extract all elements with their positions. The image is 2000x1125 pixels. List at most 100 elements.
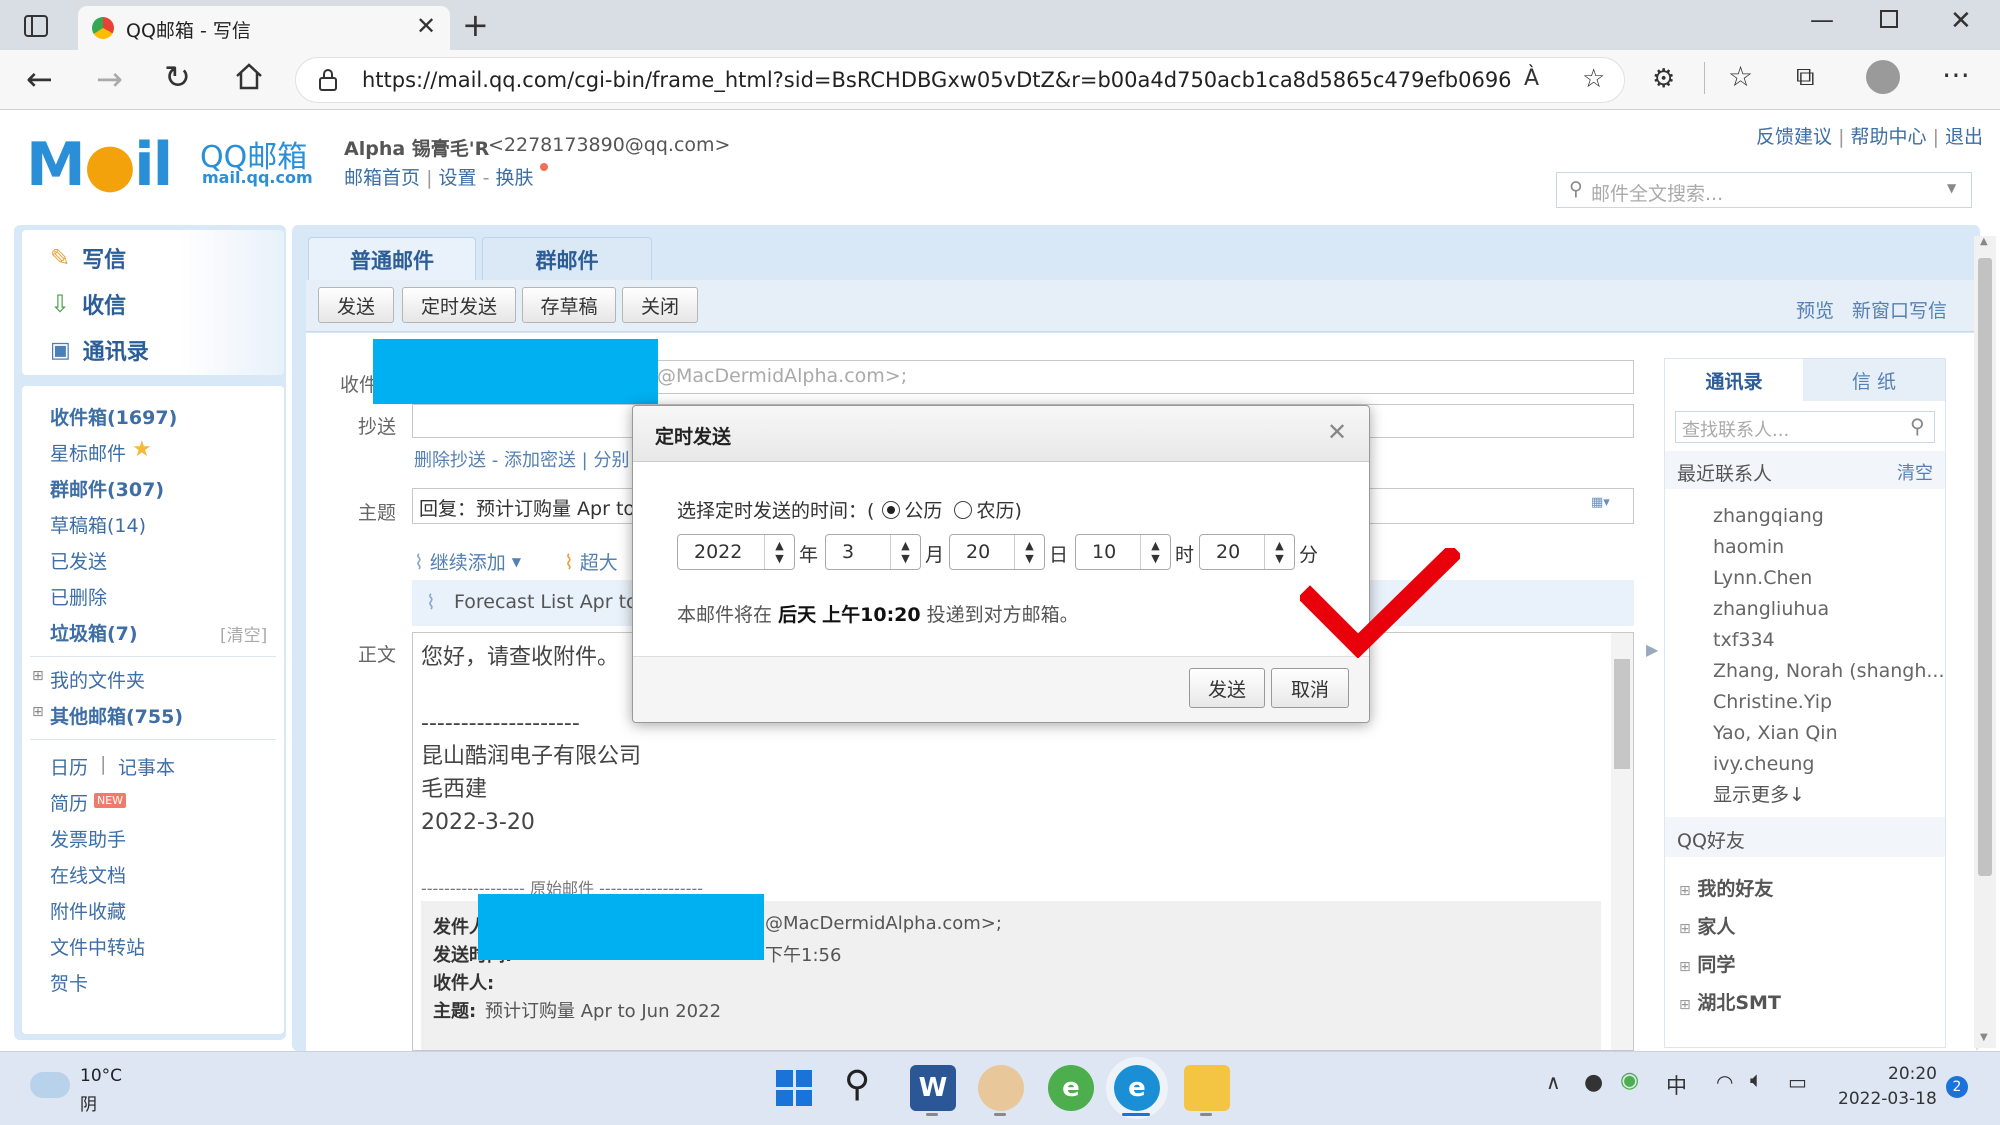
mail-search-input[interactable]: ⚲ 邮件全文搜索... ▼ [1556, 172, 1972, 208]
scroll-down-icon[interactable]: ▼ [1980, 1032, 1988, 1043]
dialog-cancel-button[interactable]: 取消 [1271, 668, 1349, 708]
edge-browser-icon[interactable]: e [1106, 1057, 1168, 1119]
list-item[interactable]: zhangqiang [1713, 501, 1945, 532]
tab-normal-mail[interactable]: 普通邮件 [308, 237, 476, 281]
online-docs-link[interactable]: 在线文档 [50, 861, 126, 888]
lunar-radio[interactable] [954, 500, 973, 519]
file-explorer-icon[interactable] [1184, 1065, 1230, 1111]
favorite-add-icon[interactable]: ☆ [1582, 64, 1605, 94]
contact-search-input[interactable]: 查找联系人... ⚲ [1675, 411, 1935, 443]
clock-date[interactable]: 2022-03-18 [1838, 1089, 1937, 1109]
stepper-arrows-icon[interactable]: ▲ ▼ [1014, 535, 1044, 569]
invoice-helper-link[interactable]: 发票助手 [50, 825, 126, 852]
settings-link[interactable]: 设置 [439, 167, 477, 189]
lock-icon[interactable] [318, 68, 338, 97]
weather-temp[interactable]: 10°C [80, 1066, 122, 1086]
word-app-icon[interactable]: W [910, 1065, 956, 1111]
logout-link[interactable]: 退出 [1945, 126, 1983, 148]
collapse-panel-icon[interactable]: ▶ [1646, 640, 1658, 659]
attachment-fav-link[interactable]: 附件收藏 [50, 897, 126, 924]
photo-app-icon[interactable] [978, 1065, 1024, 1111]
tab-actions-icon[interactable] [20, 12, 52, 40]
ie-browser-icon[interactable]: e [1048, 1065, 1094, 1111]
list-item[interactable]: Christine.Yip [1713, 687, 1945, 718]
security-tray-icon[interactable]: ◉ [1620, 1068, 1639, 1093]
list-item[interactable]: Zhang, Norah (shangh... [1713, 656, 1945, 687]
back-icon[interactable]: ← [26, 60, 53, 98]
help-link[interactable]: 帮助中心 [1851, 126, 1927, 148]
favorites-icon[interactable]: ☆ [1728, 60, 1753, 93]
friend-group[interactable]: ⊞ 家人 [1679, 909, 1781, 947]
list-item[interactable]: Yao, Xian Qin [1713, 718, 1945, 749]
large-attachment-button[interactable]: ⌇ 超大 [564, 548, 618, 575]
folder-starred[interactable]: 星标邮件 [50, 439, 126, 466]
new-tab-icon[interactable]: + [462, 6, 489, 44]
battery-icon[interactable]: ▭ [1788, 1070, 1807, 1094]
compose-button[interactable]: ✎ 写信 [50, 242, 126, 274]
weather-cloud-icon[interactable] [30, 1072, 70, 1098]
send-button[interactable]: 发送 [318, 287, 394, 323]
notebook-link[interactable]: 记事本 [118, 753, 175, 780]
expand-icon[interactable]: ⊞ [1679, 997, 1691, 1013]
folder-drafts[interactable]: 草稿箱(14) [50, 511, 146, 538]
scrollbar-thumb[interactable] [1978, 258, 1992, 876]
month-stepper[interactable]: 3 ▲ ▼ [825, 534, 921, 570]
save-draft-button[interactable]: 存草稿 [522, 287, 616, 323]
search-dropdown-icon[interactable]: ▼ [1947, 181, 1956, 195]
home-icon[interactable] [234, 62, 264, 95]
windows-start-icon[interactable] [776, 1070, 812, 1106]
calendar-link[interactable]: 日历 [50, 753, 88, 780]
expand-icon[interactable]: ⊞ [1679, 921, 1691, 937]
expand-icon[interactable]: ⊞ [1679, 959, 1691, 975]
list-item[interactable]: ivy.cheung [1713, 749, 1945, 780]
window-close-icon[interactable]: ✕ [1950, 6, 1972, 36]
hour-stepper[interactable]: 10 ▲ ▼ [1075, 534, 1171, 570]
schedule-send-button[interactable]: 定时发送 [402, 287, 516, 323]
cc-options-links[interactable]: 删除抄送 - 添加密送 | 分别 [414, 446, 629, 472]
notification-badge[interactable]: 2 [1946, 1076, 1968, 1098]
list-item[interactable]: Lynn.Chen [1713, 563, 1945, 594]
year-stepper[interactable]: 2022 ▲ ▼ [677, 534, 795, 570]
more-menu-icon[interactable]: ⋯ [1942, 58, 1970, 91]
qq-tray-icon[interactable]: ● [1584, 1070, 1603, 1095]
stepper-arrows-icon[interactable]: ▲ ▼ [890, 535, 920, 569]
stepper-arrows-icon[interactable]: ▲ ▼ [1140, 535, 1170, 569]
mail-logo-icon[interactable]: M●il [26, 130, 173, 200]
folder-inbox[interactable]: 收件箱(1697) [50, 403, 177, 430]
subject-format-icon[interactable]: ▦▾ [1591, 495, 1610, 510]
refresh-icon[interactable]: ↻ [164, 58, 191, 96]
contacts-button[interactable]: ▣ 通讯录 [50, 334, 149, 366]
list-item[interactable]: txf334 [1713, 625, 1945, 656]
day-stepper[interactable]: 20 ▲ ▼ [949, 534, 1045, 570]
volume-icon[interactable]: 🔈︎ [1750, 1068, 1763, 1093]
wifi-icon[interactable]: ◠ [1716, 1070, 1733, 1094]
ime-indicator[interactable]: 中 [1666, 1070, 1687, 1100]
show-more-link[interactable]: 显示更多↓ [1713, 780, 1945, 811]
resume-link[interactable]: 简历 [50, 789, 88, 816]
folder-sent[interactable]: 已发送 [50, 547, 107, 574]
maximize-icon[interactable] [1880, 10, 1898, 28]
tab-contacts[interactable]: 通讯录 [1665, 359, 1803, 401]
friend-group[interactable]: ⊞ 同学 [1679, 947, 1781, 985]
stepper-arrows-icon[interactable]: ▲ ▼ [1264, 535, 1294, 569]
weather-desc[interactable]: 阴 [80, 1090, 97, 1115]
url-bar[interactable]: https://mail.qq.com/cgi-bin/frame_html?s… [295, 57, 1625, 103]
search-taskbar-icon[interactable]: ⚲ [844, 1064, 870, 1105]
my-folders[interactable]: 我的文件夹 [50, 666, 145, 693]
browser-tab[interactable]: QQ邮箱 - 写信 ✕ [78, 6, 450, 50]
file-transfer-link[interactable]: 文件中转站 [50, 933, 145, 960]
tab-stationery[interactable]: 信 纸 [1803, 359, 1945, 401]
scrollbar-thumb[interactable] [1614, 659, 1630, 769]
tab-group-mail[interactable]: 群邮件 [482, 237, 652, 281]
clock-time[interactable]: 20:20 [1888, 1064, 1937, 1084]
close-compose-button[interactable]: 关闭 [622, 287, 698, 323]
tray-expand-icon[interactable]: ∧ [1546, 1070, 1561, 1094]
body-scrollbar[interactable] [1611, 633, 1633, 1050]
folder-group[interactable]: 群邮件(307) [50, 475, 164, 502]
trash-clear-link[interactable]: [清空] [220, 621, 267, 646]
minimize-icon[interactable]: — [1810, 6, 1834, 34]
folder-deleted[interactable]: 已删除 [50, 583, 107, 610]
profile-avatar[interactable] [1866, 60, 1900, 94]
new-window-link[interactable]: 新窗口写信 [1852, 296, 1947, 323]
extensions-icon[interactable]: ⚙ [1652, 64, 1675, 94]
